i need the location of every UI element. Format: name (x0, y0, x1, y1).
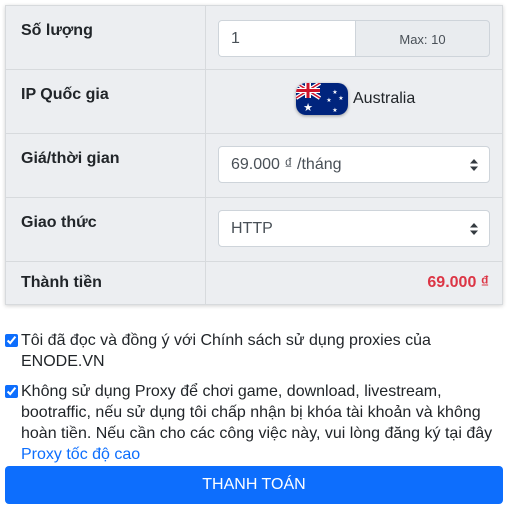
australia-flag-icon: ★ ★ ★ ★ ★ (296, 83, 348, 115)
agreement-usage: Không sử dụng Proxy để chơi game, downlo… (5, 381, 500, 465)
quantity-label: Số lượng (6, 6, 206, 69)
country-cell: ★ ★ ★ ★ ★ Australia (206, 70, 502, 133)
agreement-policy-text: Tôi đã đọc và đồng ý với Chính sách sử d… (21, 332, 431, 370)
country-row: IP Quốc gia ★ ★ ★ ★ ★ Australia (6, 70, 502, 134)
protocol-select-value: HTTP (231, 220, 273, 237)
quantity-row: Số lượng Max: 10 (6, 6, 502, 70)
protocol-cell: HTTP (206, 198, 502, 261)
protocol-row: Giao thức HTTP (6, 198, 502, 262)
select-arrows-icon (470, 223, 478, 235)
agreement-usage-text: Không sử dụng Proxy để chơi game, downlo… (21, 383, 493, 442)
quantity-input[interactable] (219, 21, 356, 56)
quantity-input-group: Max: 10 (218, 20, 490, 57)
price-cell: 69.000 ₫ /tháng (206, 134, 502, 197)
price-label: Giá/thời gian (6, 134, 206, 197)
agreement-usage-checkbox[interactable] (5, 385, 18, 398)
svg-text:★: ★ (332, 89, 337, 96)
total-row: Thành tiền 69.000 ₫ (6, 262, 502, 304)
svg-text:★: ★ (303, 101, 313, 114)
country-name: Australia (353, 90, 416, 107)
price-row: Giá/thời gian 69.000 ₫ /tháng (6, 134, 502, 198)
quantity-cell: Max: 10 (206, 6, 502, 69)
price-select-value: 69.000 ₫ /tháng (231, 156, 342, 173)
pay-button[interactable]: THANH TOÁN (5, 466, 503, 504)
total-label: Thành tiền (6, 262, 206, 304)
high-speed-proxy-link[interactable]: Proxy tốc độ cao (21, 446, 140, 463)
quantity-max-label: Max: 10 (399, 32, 446, 47)
protocol-select[interactable]: HTTP (218, 210, 490, 247)
svg-text:★: ★ (332, 107, 337, 114)
total-price: 69.000 ₫ (427, 274, 489, 291)
agreement-policy-checkbox[interactable] (5, 334, 18, 347)
agreement-usage-text-block: Không sử dụng Proxy để chơi game, downlo… (5, 381, 500, 465)
price-select[interactable]: 69.000 ₫ /tháng (218, 146, 490, 183)
protocol-label: Giao thức (6, 198, 206, 261)
select-arrows-icon (470, 159, 478, 171)
order-table: Số lượng Max: 10 IP Quốc gia (5, 5, 503, 305)
svg-text:★: ★ (326, 97, 331, 104)
total-cell: 69.000 ₫ (206, 262, 502, 304)
svg-text:★: ★ (338, 95, 343, 102)
agreement-policy: Tôi đã đọc và đồng ý với Chính sách sử d… (5, 330, 500, 372)
country-label: IP Quốc gia (6, 70, 206, 133)
